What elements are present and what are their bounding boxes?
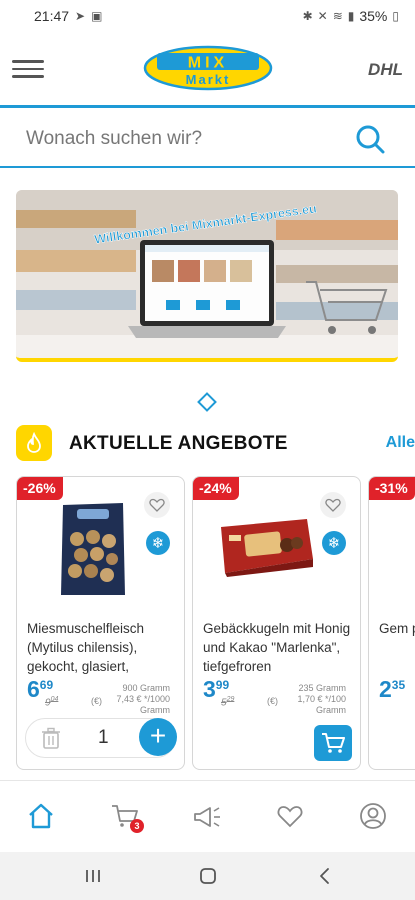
cart-count-badge: 3 (130, 819, 144, 833)
bottom-navigation: 3 (0, 780, 415, 850)
old-price: 529 (221, 696, 234, 708)
nav-cart[interactable]: 3 (108, 799, 144, 833)
product-card[interactable]: -31% Gem past 235 (368, 476, 415, 770)
search-icon[interactable] (355, 124, 385, 154)
product-price: 235 (379, 676, 405, 703)
status-bar: 21:47 ➤ ▣ ✱ ✕ ≋ ▮ 35% ▯ (0, 0, 415, 32)
product-image (61, 503, 125, 595)
home-circle-icon (200, 868, 216, 884)
unit-weight: 235 Gramm (298, 683, 346, 693)
product-title[interactable]: Miesmuschelfleisch (Mytilus chilensis), … (27, 619, 179, 676)
search-bar (0, 112, 415, 168)
promo-banner[interactable]: Willkommen bei Mixmarkt-Express.eu (16, 190, 398, 362)
show-all-link[interactable]: Alle (386, 434, 415, 452)
status-time: 21:47 (34, 8, 70, 24)
logo-mix-text: MIX (188, 55, 228, 72)
heart-icon (149, 498, 165, 512)
old-price-decimal: 04 (50, 696, 59, 703)
unit-weight: 900 Gramm (122, 683, 170, 693)
section-title: AKTUELLE ANGEBOTE (69, 433, 288, 454)
quantity-stepper: 1 + (25, 718, 177, 758)
product-title[interactable]: Gem past (379, 619, 415, 638)
app-header: MIX Markt DHL (0, 32, 415, 108)
logo-markt-text: Markt (186, 72, 231, 87)
battery-level: 35% (359, 8, 388, 24)
product-image (221, 519, 313, 577)
discount-badge: -31% (369, 477, 415, 500)
frozen-icon: ❄ (322, 531, 346, 555)
status-left: 21:47 ➤ ▣ (34, 8, 102, 24)
increase-quantity-button[interactable]: + (139, 718, 177, 756)
system-navigation-bar (0, 852, 415, 900)
price-integer: 3 (203, 676, 216, 702)
price-decimal: 69 (39, 678, 54, 692)
nav-favorites[interactable] (273, 799, 307, 833)
menu-bar (12, 67, 44, 70)
add-to-cart-button[interactable] (314, 725, 352, 761)
trash-icon[interactable] (40, 727, 62, 749)
price-decimal: 35 (391, 678, 406, 692)
home-button[interactable] (195, 864, 221, 888)
old-price-decimal: 29 (226, 696, 235, 703)
price-integer: 6 (27, 676, 40, 702)
heart-icon (277, 806, 303, 828)
nav-home[interactable] (24, 799, 58, 833)
unit-price-info: 900 Gramm 7,43 € */1000 Gramm (90, 683, 170, 716)
quantity-value: 1 (98, 727, 109, 748)
price-decimal: 99 (215, 678, 230, 692)
favorite-button[interactable] (144, 492, 170, 518)
bluetooth-icon: ✱ (302, 9, 313, 23)
unit-base-price: 1,70 € */100 (297, 694, 346, 704)
unit-base-label: Gramm (316, 705, 346, 715)
mute-icon: ✕ (317, 9, 328, 23)
signal-icon: ▮ (347, 9, 355, 23)
product-carousel[interactable]: -26% ❄ Miesmuschelfleisch (Mytilus chile… (16, 476, 415, 772)
discount-badge: -26% (17, 477, 63, 500)
product-title[interactable]: Gebäckkugeln mit Honig und Kakao "Marlen… (203, 619, 355, 676)
user-icon (360, 803, 386, 829)
unit-base-label: Gramm (140, 705, 170, 715)
recent-apps-icon (86, 870, 100, 882)
heart-icon (325, 498, 341, 512)
recent-apps-button[interactable] (80, 864, 106, 888)
unit-base-price: 7,43 € */1000 (116, 694, 170, 704)
menu-bar (12, 75, 44, 78)
product-card[interactable]: -24% ❄ Gebäckkugeln mit Honig und Kakao … (192, 476, 361, 770)
status-right: ✱ ✕ ≋ ▮ 35% ▯ (303, 8, 399, 24)
price-integer: 2 (379, 676, 392, 702)
nav-account[interactable] (356, 799, 390, 833)
menu-bar (12, 60, 44, 63)
frozen-icon: ❄ (146, 531, 170, 555)
cart-icon (322, 733, 345, 753)
carousel-indicator[interactable] (197, 392, 217, 412)
banner-image: Willkommen bei Mixmarkt-Express.eu (16, 190, 398, 358)
back-icon (320, 868, 329, 884)
nav-promotions[interactable] (190, 799, 224, 833)
old-price: 904 (45, 696, 58, 708)
menu-button[interactable] (12, 60, 44, 80)
back-button[interactable] (312, 864, 338, 888)
fire-icon (16, 425, 52, 461)
unit-price-info: 235 Gramm 1,70 € */100 Gramm (266, 683, 346, 716)
telegram-icon: ➤ (75, 9, 86, 23)
megaphone-icon (194, 807, 220, 827)
product-card[interactable]: -26% ❄ Miesmuschelfleisch (Mytilus chile… (16, 476, 185, 770)
battery-icon: ▯ (392, 9, 399, 23)
dhl-logo: DHL (368, 60, 403, 79)
search-input[interactable] (26, 128, 326, 150)
wifi-icon: ≋ (332, 9, 343, 23)
favorite-button[interactable] (320, 492, 346, 518)
offers-section-header: AKTUELLE ANGEBOTE Alle (16, 425, 415, 461)
image-icon: ▣ (91, 9, 103, 23)
discount-badge: -24% (193, 477, 239, 500)
home-icon (29, 803, 53, 829)
mixmarkt-logo[interactable]: MIX Markt (143, 45, 273, 91)
